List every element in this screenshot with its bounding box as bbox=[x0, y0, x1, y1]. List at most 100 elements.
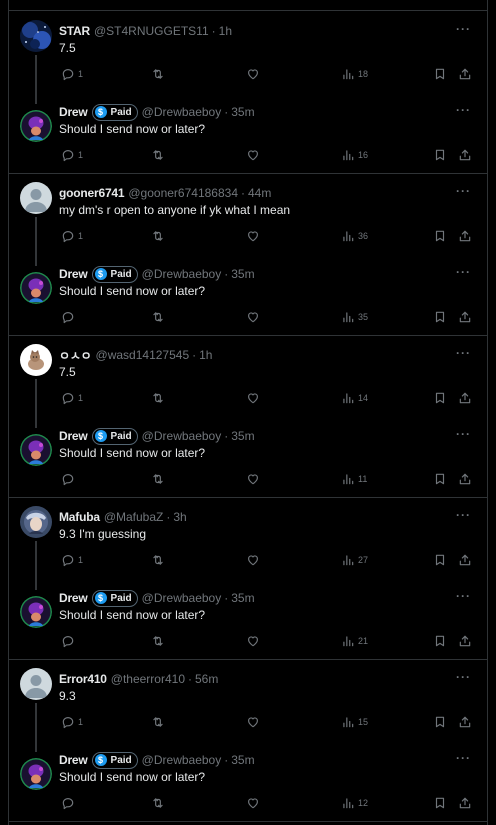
views-button[interactable]: 36 bbox=[341, 228, 368, 244]
reply-tweet[interactable]: STAR @ST4RNUGGETS11 · 1h ··· 7.5 1 18 bbox=[9, 12, 487, 93]
avatar[interactable] bbox=[20, 434, 52, 466]
bookmark-button[interactable] bbox=[433, 390, 447, 406]
like-button[interactable] bbox=[246, 390, 260, 406]
like-button[interactable] bbox=[246, 471, 260, 487]
views-button[interactable]: 18 bbox=[341, 66, 368, 82]
timestamp[interactable]: 1h bbox=[199, 348, 212, 362]
display-name[interactable]: Drew bbox=[59, 105, 88, 119]
reply-button[interactable]: 1 bbox=[61, 147, 83, 163]
repost-button[interactable] bbox=[151, 147, 165, 163]
author-reply-tweet[interactable]: Drew $ Paid @Drewbaeboy · 35m ··· Should… bbox=[9, 417, 487, 498]
views-button[interactable]: 15 bbox=[341, 714, 368, 730]
author-reply-tweet[interactable]: Drew $ Paid @Drewbaeboy · 35m ··· Should… bbox=[9, 255, 487, 336]
timestamp[interactable]: 35m bbox=[231, 105, 254, 119]
paid-badge[interactable]: $ Paid bbox=[91, 589, 138, 607]
author-reply-tweet[interactable]: Drew $ Paid @Drewbaeboy · 35m ··· Should… bbox=[9, 579, 487, 660]
reply-button[interactable] bbox=[61, 471, 78, 487]
repost-button[interactable] bbox=[151, 795, 165, 811]
display-name[interactable]: Drew bbox=[59, 753, 88, 767]
like-button[interactable] bbox=[246, 633, 260, 649]
like-button[interactable] bbox=[246, 714, 260, 730]
bookmark-button[interactable] bbox=[433, 714, 447, 730]
user-handle[interactable]: @wasd14127545 bbox=[96, 348, 190, 362]
views-button[interactable]: 12 bbox=[341, 795, 368, 811]
avatar[interactable] bbox=[20, 506, 52, 538]
avatar[interactable] bbox=[20, 272, 52, 304]
reply-button[interactable]: 1 bbox=[61, 228, 83, 244]
timestamp[interactable]: 35m bbox=[231, 267, 254, 281]
more-options-icon[interactable]: ··· bbox=[456, 427, 471, 441]
avatar[interactable] bbox=[20, 20, 52, 52]
share-button[interactable] bbox=[458, 309, 472, 325]
reply-button[interactable] bbox=[61, 633, 78, 649]
user-handle[interactable]: @Drewbaeboy bbox=[142, 267, 222, 281]
more-options-icon[interactable]: ··· bbox=[456, 103, 471, 117]
bookmark-button[interactable] bbox=[433, 795, 447, 811]
views-button[interactable]: 35 bbox=[341, 309, 368, 325]
timestamp[interactable]: 44m bbox=[248, 186, 271, 200]
reply-button[interactable] bbox=[61, 309, 78, 325]
avatar[interactable] bbox=[20, 596, 52, 628]
timestamp[interactable]: 3h bbox=[173, 510, 186, 524]
paid-badge[interactable]: $ Paid bbox=[91, 103, 138, 121]
like-button[interactable] bbox=[246, 66, 260, 82]
bookmark-button[interactable] bbox=[433, 228, 447, 244]
paid-badge[interactable]: $ Paid bbox=[91, 427, 138, 445]
repost-button[interactable] bbox=[151, 66, 165, 82]
repost-button[interactable] bbox=[151, 390, 165, 406]
user-handle[interactable]: @MafubaZ bbox=[104, 510, 164, 524]
timestamp[interactable]: 35m bbox=[231, 591, 254, 605]
user-handle[interactable]: @ST4RNUGGETS11 bbox=[94, 24, 209, 38]
reply-tweet[interactable]: ㅇㅅㅇ @wasd14127545 · 1h ··· 7.5 1 14 bbox=[9, 336, 487, 417]
bookmark-button[interactable] bbox=[433, 633, 447, 649]
reply-button[interactable]: 1 bbox=[61, 66, 83, 82]
repost-button[interactable] bbox=[151, 714, 165, 730]
user-handle[interactable]: @gooner674186834 bbox=[128, 186, 238, 200]
display-name[interactable]: Drew bbox=[59, 267, 88, 281]
repost-button[interactable] bbox=[151, 633, 165, 649]
more-options-icon[interactable]: ··· bbox=[456, 265, 471, 279]
more-options-icon[interactable]: ··· bbox=[456, 508, 471, 522]
share-button[interactable] bbox=[458, 228, 472, 244]
author-reply-tweet[interactable]: Drew $ Paid @Drewbaeboy · 35m ··· Should… bbox=[9, 741, 487, 822]
reply-tweet[interactable]: Mafuba @MafubaZ · 3h ··· 9.3 I'm guessin… bbox=[9, 498, 487, 579]
like-button[interactable] bbox=[246, 795, 260, 811]
more-options-icon[interactable]: ··· bbox=[456, 346, 471, 360]
display-name[interactable]: Error410 bbox=[59, 672, 107, 686]
reply-tweet[interactable]: Error410 @theerror410 · 56m ··· 9.3 1 15 bbox=[9, 660, 487, 741]
repost-button[interactable] bbox=[151, 228, 165, 244]
user-handle[interactable]: @Drewbaeboy bbox=[142, 105, 222, 119]
reply-tweet[interactable]: gooner6741 @gooner674186834 · 44m ··· my… bbox=[9, 174, 487, 255]
share-button[interactable] bbox=[458, 471, 472, 487]
share-button[interactable] bbox=[458, 714, 472, 730]
share-button[interactable] bbox=[458, 66, 472, 82]
reply-button[interactable] bbox=[61, 795, 78, 811]
reply-button[interactable]: 1 bbox=[61, 714, 83, 730]
user-handle[interactable]: @theerror410 bbox=[111, 672, 185, 686]
display-name[interactable]: Drew bbox=[59, 591, 88, 605]
views-button[interactable]: 11 bbox=[341, 471, 367, 487]
bookmark-button[interactable] bbox=[433, 147, 447, 163]
display-name[interactable]: Mafuba bbox=[59, 510, 100, 524]
like-button[interactable] bbox=[246, 309, 260, 325]
more-options-icon[interactable]: ··· bbox=[456, 589, 471, 603]
more-options-icon[interactable]: ··· bbox=[456, 670, 471, 684]
repost-button[interactable] bbox=[151, 471, 165, 487]
share-button[interactable] bbox=[458, 795, 472, 811]
more-options-icon[interactable]: ··· bbox=[456, 184, 471, 198]
avatar[interactable] bbox=[20, 344, 52, 376]
timestamp[interactable]: 56m bbox=[195, 672, 218, 686]
views-button[interactable]: 27 bbox=[341, 552, 368, 568]
user-handle[interactable]: @Drewbaeboy bbox=[142, 429, 222, 443]
more-options-icon[interactable]: ··· bbox=[456, 751, 471, 765]
repost-button[interactable] bbox=[151, 552, 165, 568]
bookmark-button[interactable] bbox=[433, 66, 447, 82]
display-name[interactable]: gooner6741 bbox=[59, 186, 125, 200]
reply-button[interactable]: 1 bbox=[61, 552, 83, 568]
views-button[interactable]: 16 bbox=[341, 147, 368, 163]
more-options-icon[interactable]: ··· bbox=[456, 22, 471, 36]
like-button[interactable] bbox=[246, 552, 260, 568]
display-name[interactable]: ㅇㅅㅇ bbox=[59, 347, 92, 364]
timestamp[interactable]: 1h bbox=[219, 24, 232, 38]
avatar[interactable] bbox=[20, 758, 52, 790]
